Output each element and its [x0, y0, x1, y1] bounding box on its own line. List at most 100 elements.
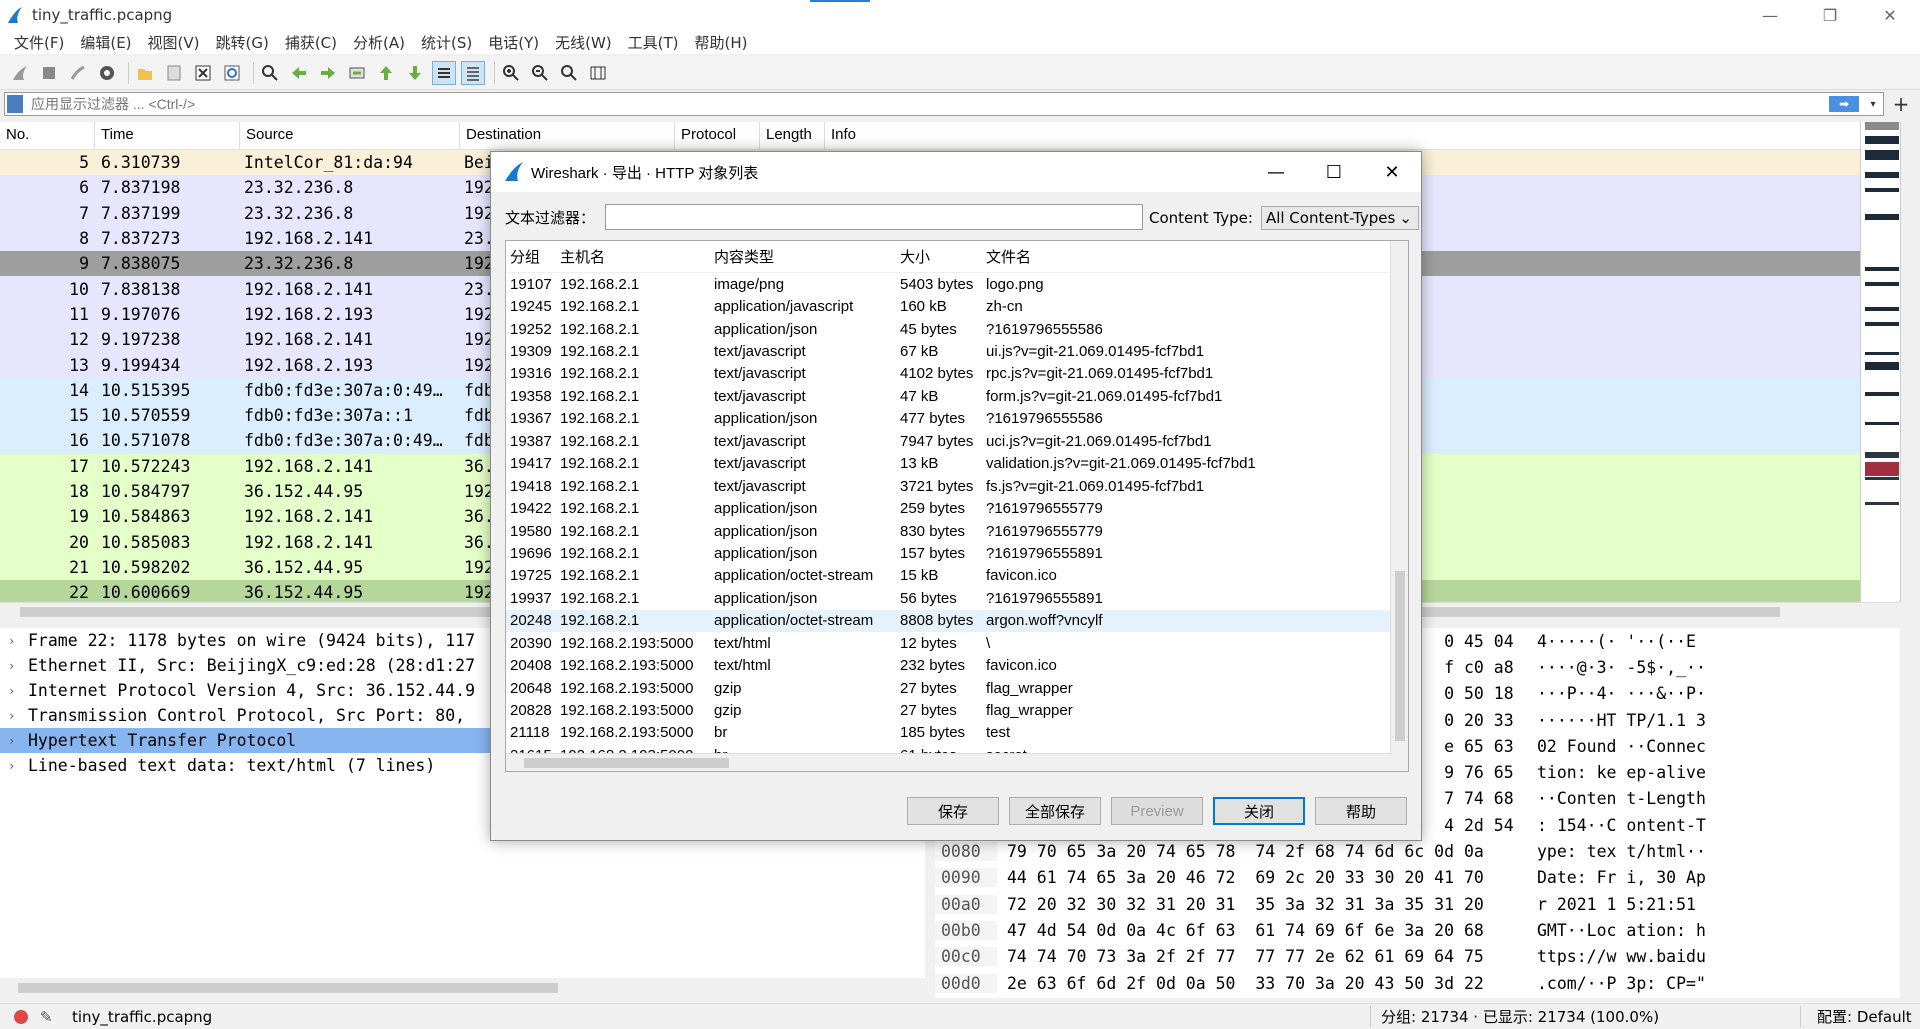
table-row[interactable]: 19107 192.168.2.1 image/png 5403 bytes logo.…	[506, 273, 1408, 295]
table-row[interactable]: 20390 192.168.2.193:5000 text/html 12 bytes…	[506, 632, 1408, 654]
hex-ascii[interactable]: ···P··4· ···&··P·	[1527, 684, 1706, 703]
col-no[interactable]: No.	[0, 122, 95, 149]
add-filter-button[interactable]: +	[1886, 92, 1916, 116]
col-protocol[interactable]: Protocol	[675, 122, 760, 149]
hex-ascii[interactable]: ype: tex t/html··	[1527, 842, 1706, 861]
menu-go[interactable]: 跳转(G)	[208, 32, 277, 53]
menu-analyze[interactable]: 分析(A)	[345, 32, 413, 53]
save-button[interactable]: 保存	[907, 797, 999, 825]
vscroll-thumb[interactable]	[1395, 571, 1405, 741]
display-filter-input[interactable]	[31, 96, 1829, 112]
go-to-packet-icon[interactable]	[345, 61, 369, 85]
menu-telephony[interactable]: 电话(Y)	[480, 32, 547, 53]
status-profile[interactable]: 配置: Default	[1800, 1006, 1912, 1027]
table-row[interactable]: 20248 192.168.2.1 application/octet-stream…	[506, 609, 1408, 632]
text-filter-input[interactable]	[605, 204, 1144, 230]
table-row[interactable]: 20408 192.168.2.193:5000 text/html 232 byte…	[506, 654, 1408, 676]
hex-bytes[interactable]: 72 20 32 30 32 31 20 31 35 3a 32 31 3a 3…	[997, 895, 1527, 914]
restart-capture-icon[interactable]	[66, 61, 90, 85]
stop-capture-icon[interactable]	[37, 61, 61, 85]
chevron-right-icon[interactable]: ›	[8, 634, 28, 648]
hex-ascii[interactable]: .com/··P 3p: CP="	[1527, 974, 1706, 993]
menu-capture[interactable]: 捕获(C)	[277, 32, 345, 53]
zoom-normal-icon[interactable]	[557, 61, 581, 85]
col-time[interactable]: Time	[95, 122, 240, 149]
menu-help[interactable]: 帮助(H)	[687, 32, 756, 53]
hex-ascii[interactable]: ··Conten t-Length	[1527, 789, 1706, 808]
last-packet-icon[interactable]	[403, 61, 427, 85]
table-row[interactable]: 19316 192.168.2.1 text/javascript 4102 byte…	[506, 363, 1408, 385]
table-row[interactable]: 20828 192.168.2.193:5000 gzip 27 bytes flag_…	[506, 699, 1408, 721]
packet-list-vscroll[interactable]	[1900, 122, 1920, 602]
filter-bookmark-icon[interactable]	[7, 95, 23, 113]
hscroll-thumb[interactable]	[524, 758, 729, 768]
menu-tools[interactable]: 工具(T)	[620, 32, 687, 53]
table-row[interactable]: 19387 192.168.2.1 text/javascript 7947 byte…	[506, 430, 1408, 452]
table-row[interactable]: 19580 192.168.2.1 application/json 830 byte…	[506, 520, 1408, 542]
close-button[interactable]: 关闭	[1213, 797, 1305, 825]
chevron-right-icon[interactable]: ›	[8, 659, 28, 673]
menu-statistics[interactable]: 统计(S)	[413, 32, 480, 53]
col-packet[interactable]: 分组	[506, 246, 560, 267]
table-row[interactable]: 19418 192.168.2.1 text/javascript 3721 byte…	[506, 475, 1408, 497]
go-forward-icon[interactable]	[316, 61, 340, 85]
menu-wireless[interactable]: 无线(W)	[547, 32, 620, 53]
table-row[interactable]: 19367 192.168.2.1 application/json 477 byte…	[506, 408, 1408, 430]
col-size[interactable]: 大小	[900, 246, 986, 267]
object-list-hscroll[interactable]	[506, 753, 1392, 771]
table-row[interactable]: 19245 192.168.2.1 application/javascript 16…	[506, 295, 1408, 317]
restore-button[interactable]: ❐	[1800, 0, 1860, 30]
apply-filter-button[interactable]: ➡	[1829, 96, 1859, 112]
hex-ascii[interactable]: Date: Fr i, 30 Ap	[1527, 868, 1706, 887]
dialog-minimize-icon[interactable]: —	[1247, 152, 1305, 192]
object-list-vscroll[interactable]	[1390, 241, 1408, 771]
filter-history-dropdown[interactable]: ▾	[1863, 99, 1883, 110]
start-capture-icon[interactable]	[8, 61, 32, 85]
table-row[interactable]: 20648 192.168.2.193:5000 gzip 27 bytes flag_…	[506, 677, 1408, 699]
hex-bytes[interactable]: 44 61 74 65 3a 20 46 72 69 2c 20 33 30 2…	[997, 868, 1527, 887]
col-content-type[interactable]: 内容类型	[714, 246, 900, 267]
hex-bytes[interactable]: 47 4d 54 0d 0a 4c 6f 63 61 74 69 6f 6e 3…	[997, 921, 1527, 940]
chevron-right-icon[interactable]: ›	[8, 709, 28, 723]
open-file-icon[interactable]	[133, 61, 157, 85]
col-destination[interactable]: Destination	[460, 122, 675, 149]
col-filename[interactable]: 文件名	[986, 246, 1408, 267]
hscroll-thumb[interactable]	[18, 983, 558, 993]
minimize-button[interactable]: —	[1740, 0, 1800, 30]
table-row[interactable]: 19696 192.168.2.1 application/json 157 byte…	[506, 542, 1408, 564]
table-row[interactable]: 19725 192.168.2.1 application/octet-stream…	[506, 565, 1408, 587]
close-file-icon[interactable]	[191, 61, 215, 85]
close-window-button[interactable]: ✕	[1860, 0, 1920, 30]
table-row[interactable]: 21118 192.168.2.193:5000 br 185 bytes test	[506, 722, 1408, 744]
packet-minimap[interactable]	[1860, 122, 1900, 602]
hex-ascii[interactable]: : 154··C ontent-T	[1527, 816, 1706, 835]
hex-ascii[interactable]: 4·····(· '··(··E	[1527, 632, 1696, 651]
find-packet-icon[interactable]	[258, 61, 282, 85]
table-row[interactable]: 19422 192.168.2.1 application/json 259 byte…	[506, 497, 1408, 519]
preview-button[interactable]: Preview	[1111, 797, 1203, 825]
dialog-close-icon[interactable]: ✕	[1363, 152, 1421, 192]
table-row[interactable]: 19309 192.168.2.1 text/javascript 67 kB ui.j…	[506, 340, 1408, 362]
chevron-right-icon[interactable]: ›	[8, 734, 28, 748]
table-row[interactable]: 19358 192.168.2.1 text/javascript 47 kB form…	[506, 385, 1408, 407]
chevron-right-icon[interactable]: ›	[8, 684, 28, 698]
zoom-in-icon[interactable]	[499, 61, 523, 85]
table-row[interactable]: 19252 192.168.2.1 application/json 45 bytes…	[506, 318, 1408, 340]
reload-file-icon[interactable]	[220, 61, 244, 85]
colorize-icon[interactable]	[461, 60, 485, 85]
auto-scroll-icon[interactable]	[432, 60, 456, 85]
menu-edit[interactable]: 编辑(E)	[72, 32, 139, 53]
menu-view[interactable]: 视图(V)	[140, 32, 208, 53]
hex-ascii[interactable]: 02 Found ··Connec	[1527, 737, 1706, 756]
dialog-maximize-icon[interactable]: ☐	[1305, 152, 1363, 192]
hex-ascii[interactable]: GMT··Loc ation: h	[1527, 921, 1706, 940]
col-source[interactable]: Source	[240, 122, 460, 149]
hex-ascii[interactable]: ttps://w ww.baidu	[1527, 947, 1706, 966]
resize-columns-icon[interactable]	[586, 61, 610, 85]
save-all-button[interactable]: 全部保存	[1009, 797, 1101, 825]
hex-bytes[interactable]: 74 74 70 73 3a 2f 2f 77 77 77 2e 62 61 6…	[997, 947, 1527, 966]
hex-ascii[interactable]: ····@·3· -5$·,_··	[1527, 658, 1706, 677]
hex-bytes[interactable]: 2e 63 6f 6d 2f 0d 0a 50 33 70 3a 20 43 5…	[997, 974, 1527, 993]
details-hscroll[interactable]	[0, 978, 925, 998]
table-row[interactable]: 19417 192.168.2.1 text/javascript 13 kB vali…	[506, 453, 1408, 475]
